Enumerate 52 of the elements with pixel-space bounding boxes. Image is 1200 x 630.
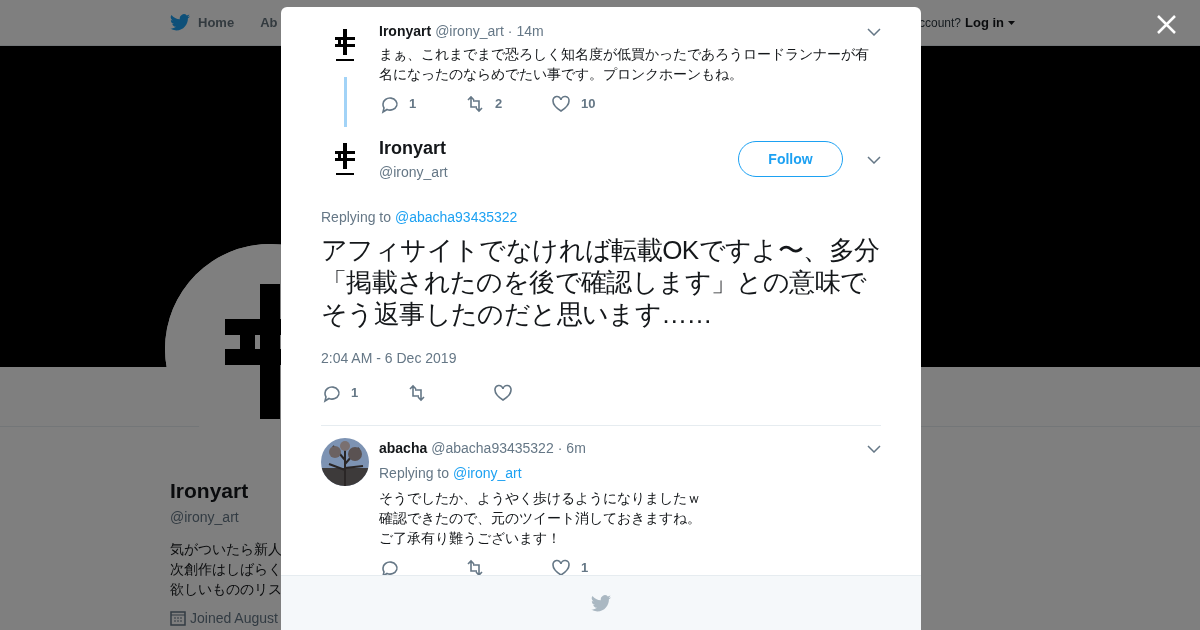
author-name: Ironyart — [379, 137, 448, 160]
tweet-timestamp: 2:04 AM - 6 Dec 2019 — [321, 349, 458, 368]
separator-dot: · — [557, 439, 563, 458]
chevron-icon[interactable] — [867, 445, 881, 454]
nav-link[interactable]: Ab — [260, 12, 278, 33]
tweet-time: 6m — [566, 439, 586, 458]
chevron-icon[interactable] — [867, 28, 881, 37]
author-handle: @irony_art — [379, 163, 449, 182]
tweet-text: アフィサイトでなければ転載OKですよ〜、多分「掲載されたのを後で確認します」との意味でそう返事したのだと思います…… — [321, 234, 881, 330]
heart-icon[interactable] — [551, 94, 571, 114]
caret-icon — [1008, 20, 1015, 25]
mention-link[interactable]: @irony_art — [452, 465, 522, 481]
profile-handle: @irony_art — [170, 507, 239, 527]
action-count: 1 — [351, 384, 359, 403]
chevron-icon[interactable] — [867, 155, 881, 164]
heart-icon[interactable] — [493, 383, 513, 403]
mention-link[interactable]: @abacha93435322 — [394, 209, 518, 225]
replying-to: Replying to @irony_art — [379, 464, 523, 483]
close-icon[interactable] — [1156, 14, 1177, 35]
retweet-icon[interactable] — [465, 558, 485, 578]
bird-icon — [591, 594, 611, 612]
author-handle: @irony_art — [435, 22, 504, 41]
joined-date: Joined August — [190, 608, 278, 628]
bio-line: 欲しいもののリス — [170, 580, 282, 599]
bio-line: 気がついたら新人 — [170, 540, 282, 559]
author-name: Ironyart — [379, 22, 432, 41]
retweet-icon[interactable] — [407, 383, 427, 403]
retweet-icon[interactable] — [465, 94, 485, 114]
profile-name: Ironyart — [170, 478, 249, 504]
action-count: 1 — [581, 559, 589, 578]
action-count: 2 — [495, 95, 503, 114]
reply-icon[interactable] — [379, 94, 399, 114]
bio-line: 次創作はしばらく — [170, 560, 282, 579]
follow-button[interactable]: Follow — [738, 141, 843, 177]
action-count: 10 — [581, 95, 596, 114]
login-link[interactable]: Log in — [965, 12, 1015, 33]
tweet-text: まぁ、これまでまで恐ろしく知名度が低買かったであろうロードランナーが有名になったのならめでたい事です。プロンクホーンもね。 — [379, 45, 870, 84]
bird-icon — [170, 14, 190, 31]
author-handle: @abacha93435322 — [431, 439, 554, 458]
replying-to: Replying to @abacha93435322 — [321, 208, 519, 227]
reply-icon[interactable] — [379, 558, 399, 578]
calendar-icon — [170, 610, 186, 626]
action-count: 1 — [409, 95, 417, 114]
separator-dot: · — [507, 22, 513, 41]
tweet-time: 14m — [516, 22, 544, 41]
tweet-line: そうでしたか、ようやく歩けるようになりましたｗ — [379, 489, 702, 508]
author-name: abacha — [379, 439, 428, 458]
tweet-line: 確認できたので、元のツイート消しておきますね。 — [379, 509, 702, 528]
tweet-line: ご了承有り難うございます！ — [379, 529, 562, 548]
nav-link[interactable]: Home — [170, 12, 235, 33]
reply-icon[interactable] — [321, 383, 341, 403]
heart-icon[interactable] — [551, 558, 571, 578]
